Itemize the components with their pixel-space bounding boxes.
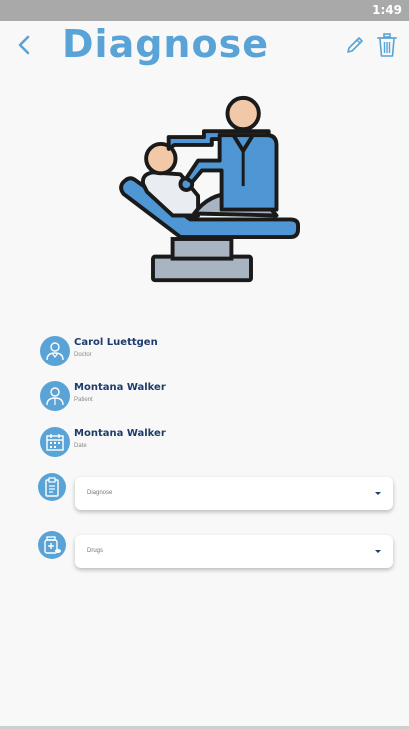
caret-down-icon	[375, 550, 381, 553]
doctor-label: Doctor	[74, 352, 92, 358]
page-title: Diagnose	[62, 22, 269, 66]
diagnose-select-placeholder: Diagnose	[87, 490, 113, 496]
clipboard-icon	[38, 473, 66, 501]
patient-label: Patient	[74, 397, 93, 403]
medicine-icon	[38, 531, 66, 559]
status-bar: 1:49	[0, 0, 409, 21]
patient-name: Montana Walker	[74, 382, 166, 393]
delete-button[interactable]	[376, 32, 398, 58]
doctor-name: Carol Luettgen	[74, 337, 158, 348]
status-time: 1:49	[372, 3, 402, 17]
patient-avatar-icon	[40, 381, 70, 411]
chevron-left-icon	[18, 35, 30, 55]
edit-button[interactable]	[344, 34, 366, 56]
date-value: Montana Walker	[74, 428, 166, 439]
dentist-illustration	[119, 95, 300, 283]
drugs-select-placeholder: Drugs	[87, 548, 104, 554]
back-button[interactable]	[12, 31, 36, 59]
pencil-icon	[347, 37, 363, 53]
calendar-icon	[40, 427, 70, 457]
date-label: Date	[74, 443, 87, 449]
doctor-avatar-icon	[40, 336, 70, 366]
drugs-select[interactable]: Drugs	[75, 535, 393, 568]
trash-icon	[377, 33, 397, 57]
caret-down-icon	[375, 492, 381, 495]
diagnose-select[interactable]: Diagnose	[75, 477, 393, 510]
